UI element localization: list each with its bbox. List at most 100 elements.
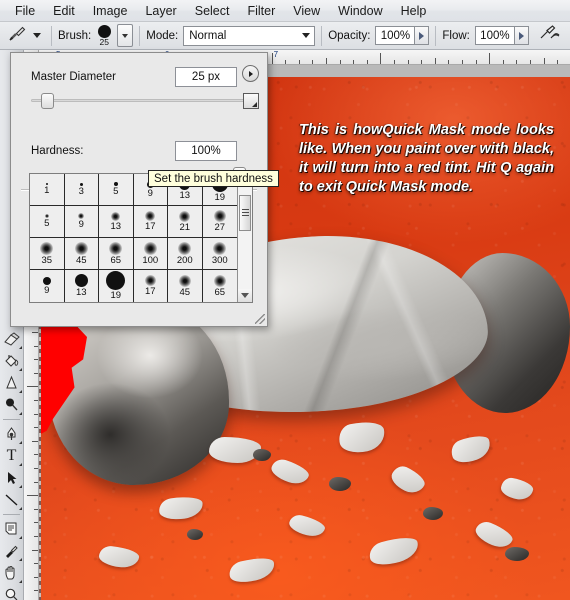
chevron-down-icon[interactable]	[33, 33, 41, 38]
paint-bucket-icon	[5, 355, 19, 367]
flow-slider-button[interactable]	[514, 26, 529, 45]
airbrush-toggle-button[interactable]	[537, 24, 561, 47]
tool-eyedropper[interactable]	[1, 540, 23, 562]
caption-text: This is howQuick Mask mode looks like. W…	[299, 122, 554, 195]
brush-preset-cell[interactable]: 9	[30, 270, 65, 302]
scrollbar-track[interactable]	[238, 187, 252, 289]
brush-preset-cell[interactable]: 35	[30, 238, 65, 270]
blend-mode-select[interactable]: Normal	[183, 25, 316, 46]
brush-tip-icon	[213, 210, 226, 222]
brush-preset-cell[interactable]: 19	[99, 270, 134, 302]
tool-eraser[interactable]	[1, 328, 23, 350]
brush-preset-cell[interactable]: 45	[64, 238, 99, 270]
grip-icon	[241, 208, 249, 218]
type-icon: T	[6, 447, 17, 464]
chevron-down-icon	[122, 33, 129, 38]
brush-preset-size: 35	[41, 254, 53, 266]
brush-preset-cell[interactable]: 100	[133, 238, 168, 270]
tool-path-selection[interactable]	[1, 467, 23, 489]
brush-tip-icon	[106, 271, 126, 290]
brush-preset-cell[interactable]: 13	[64, 270, 99, 302]
brush-preset-grid-container[interactable]: 1 3 5 9 13 19 5 9 13 17 21 27 35 45 65 100 200 300 9 13 19 17…	[29, 173, 253, 303]
menu-help[interactable]: Help	[392, 2, 436, 20]
brush-preset-size: 17	[144, 221, 156, 232]
brush-label: Brush:	[58, 29, 92, 42]
brush-grid-scrollbar[interactable]	[237, 174, 252, 302]
new-preset-icon[interactable]	[243, 93, 259, 109]
ruler-tick	[489, 53, 491, 64]
zoom-icon	[5, 588, 18, 600]
brush-preset-cell[interactable]: 45	[168, 270, 203, 302]
eyedropper-icon	[6, 545, 18, 558]
brush-size-preview[interactable]: 25	[91, 24, 117, 48]
menu-file[interactable]: File	[6, 2, 44, 20]
panel-menu-arrow-icon[interactable]	[242, 65, 259, 82]
opacity-slider-button[interactable]	[415, 26, 430, 45]
brush-preset-cell[interactable]: 13	[99, 206, 134, 238]
panel-resize-grip[interactable]	[255, 314, 265, 324]
tool-notes[interactable]	[1, 518, 23, 540]
menu-window[interactable]: Window	[329, 2, 391, 20]
tool-line[interactable]	[1, 489, 23, 511]
divider	[51, 25, 52, 46]
brush-size-value: 25	[99, 36, 109, 47]
brush-preset-cell[interactable]: 27	[202, 206, 237, 238]
brush-preset-cell[interactable]: 17	[133, 270, 168, 302]
menu-edit[interactable]: Edit	[44, 2, 84, 20]
ruler-tick	[34, 590, 38, 592]
tool-paint-bucket[interactable]	[1, 350, 23, 372]
brush-preset-panel[interactable]: Master Diameter 25 px Hardness: 100% 135	[10, 52, 268, 327]
ruler-tick	[462, 60, 463, 64]
brush-preset-cell[interactable]: 1	[30, 174, 65, 206]
brush-preset-grid[interactable]: 1 3 5 9 13 19 5 9 13 17 21 27 35 45 65 100 200 300 9 13 19 17…	[30, 174, 237, 302]
brush-preset-cell[interactable]: 65	[202, 270, 237, 302]
scroll-down-button[interactable]	[238, 289, 252, 302]
tool-hand[interactable]	[1, 562, 23, 584]
tool-blur[interactable]	[1, 394, 23, 416]
brush-preset-cell[interactable]: 300	[202, 238, 237, 270]
brush-preset-cell[interactable]: 200	[168, 238, 203, 270]
opacity-input[interactable]: 100%	[375, 26, 416, 45]
brush-preset-cell[interactable]: 3	[64, 174, 99, 206]
ruler-tick	[34, 359, 38, 361]
brush-preset-dropdown[interactable]	[117, 24, 134, 47]
tool-type[interactable]: T	[1, 445, 23, 467]
divider	[321, 25, 323, 46]
brush-tip-icon	[111, 211, 121, 221]
menu-select[interactable]: Select	[186, 2, 239, 20]
brush-preset-cell[interactable]: 17	[133, 206, 168, 238]
master-diameter-slider[interactable]	[31, 93, 247, 109]
menu-layer[interactable]: Layer	[136, 2, 185, 20]
opacity-control[interactable]: 100%	[375, 26, 430, 45]
brush-preset-cell[interactable]: 9	[64, 206, 99, 238]
ruler-tick	[34, 468, 38, 469]
flow-control[interactable]: 100%	[474, 26, 529, 45]
brush-preset-cell[interactable]: 65	[99, 238, 134, 270]
toolbox-divider	[3, 514, 20, 515]
brush-preset-cell[interactable]: 5	[99, 174, 134, 206]
tool-more-indicator	[18, 412, 22, 415]
brush-tip-icon	[74, 274, 88, 287]
ruler-tick	[502, 60, 504, 64]
ruler-tick	[34, 427, 38, 429]
menu-image[interactable]: Image	[84, 2, 137, 20]
tool-preset-picker[interactable]	[0, 24, 45, 47]
brush-preset-cell[interactable]: 5	[30, 206, 65, 238]
menu-filter[interactable]: Filter	[238, 2, 284, 20]
menu-view[interactable]: View	[284, 2, 329, 20]
tool-more-indicator	[18, 346, 22, 349]
divider	[139, 25, 141, 46]
hardness-input[interactable]: 100%	[175, 141, 237, 161]
brush-tip-icon	[213, 274, 226, 287]
flow-input[interactable]: 100%	[474, 26, 515, 45]
slider-knob[interactable]	[41, 93, 55, 109]
ruler-tick	[298, 60, 300, 64]
master-diameter-input[interactable]: 25 px	[175, 67, 237, 87]
hardness-label: Hardness:	[31, 145, 84, 157]
ruler-tick	[530, 60, 531, 64]
tool-gradient[interactable]	[1, 372, 23, 394]
tool-zoom[interactable]	[1, 584, 23, 600]
tool-pen[interactable]	[1, 423, 23, 445]
scrollbar-thumb[interactable]	[239, 195, 251, 231]
brush-preset-cell[interactable]: 21	[168, 206, 203, 238]
